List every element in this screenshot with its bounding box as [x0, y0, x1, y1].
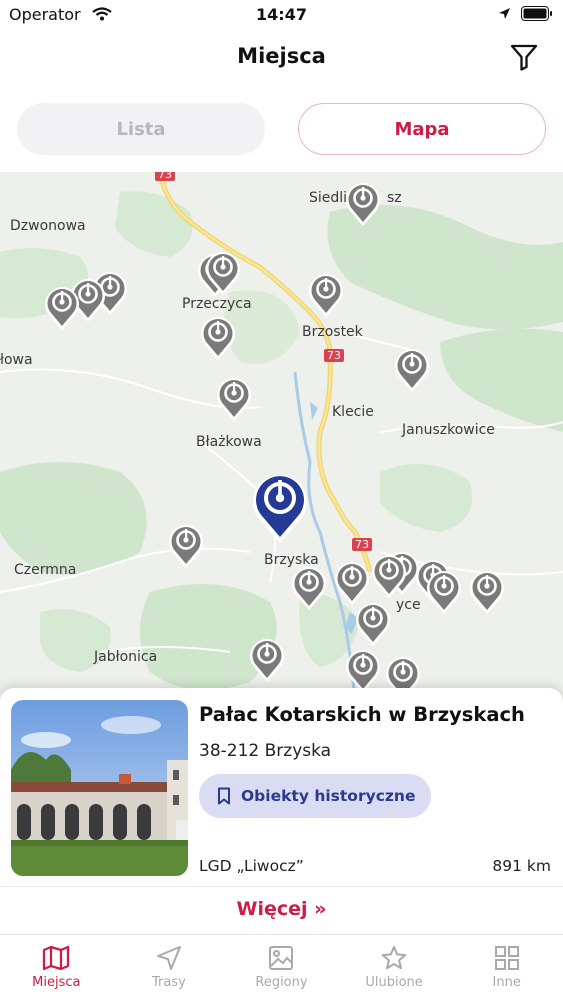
place-label: sz [387, 190, 402, 206]
tab-label: Miejsca [32, 975, 81, 990]
tab-ulubione[interactable]: Ulubione [338, 935, 451, 1001]
bookmark-icon [218, 787, 230, 805]
tab-miejsca[interactable]: Miejsca [0, 935, 113, 1001]
road-shield: 73 [324, 349, 344, 362]
tab-trasy[interactable]: Trasy [113, 935, 226, 1001]
map-pin[interactable] [304, 269, 348, 319]
place-label: Błażkowa [196, 434, 262, 450]
status-bar: Operator 14:47 [0, 0, 563, 30]
status-icons [498, 6, 553, 21]
nav-bar: Miejsca [0, 30, 563, 86]
place-address: 38-212 Brzyska [199, 741, 332, 761]
place-label: Czermna [14, 562, 77, 578]
tab-inne[interactable]: Inne [450, 935, 563, 1001]
map-pin[interactable] [201, 247, 245, 297]
road-shield: 73 [155, 172, 175, 181]
map-pin[interactable] [196, 312, 240, 362]
map-view[interactable]: 73 73 73 Siedliska sz Dzwonowa Przeczyca… [0, 172, 563, 702]
place-label: łowa [0, 352, 33, 368]
filter-button[interactable] [509, 42, 539, 72]
map-pin[interactable] [164, 520, 208, 570]
tab-label: Trasy [151, 975, 186, 990]
tab-bar: Miejsca Trasy Regiony Ulubione Inne [0, 934, 563, 1001]
page-title: Miejsca [237, 44, 326, 68]
place-label: Dzwonowa [10, 218, 86, 234]
segment-list[interactable]: Lista [17, 103, 265, 155]
clock: 14:47 [256, 5, 307, 24]
category-tag-label: Obiekty historyczne [241, 787, 416, 805]
place-label: Klecie [332, 404, 374, 420]
place-distance: 891 km [492, 857, 551, 875]
tab-label: Regiony [255, 975, 308, 990]
image-icon [269, 946, 294, 970]
map-pin[interactable] [287, 562, 331, 612]
tab-regiony[interactable]: Regiony [225, 935, 338, 1001]
tab-label: Ulubione [365, 975, 423, 990]
place-card[interactable]: Pałac Kotarskich w Brzyskach 38-212 Brzy… [0, 688, 563, 934]
map-pin[interactable] [367, 550, 411, 600]
more-button[interactable]: Więcej » [0, 898, 563, 920]
divider [0, 886, 563, 887]
place-label: Jabłonica [94, 649, 158, 665]
map-pin[interactable] [40, 282, 84, 332]
tab-label: Inne [492, 975, 521, 990]
location-arrow-icon [499, 8, 510, 19]
map-pin[interactable] [390, 344, 434, 394]
map-pin[interactable] [351, 598, 395, 648]
place-title: Pałac Kotarskich w Brzyskach [199, 703, 525, 726]
battery-icon [521, 6, 552, 21]
map-icon [43, 945, 70, 971]
selected-map-pin[interactable] [245, 465, 315, 545]
star-icon [381, 946, 407, 970]
map-pin[interactable] [465, 566, 509, 616]
place-label: Brzostek [302, 324, 363, 340]
place-label: Januszkowice [402, 422, 495, 438]
filter-icon [510, 44, 538, 71]
grid-icon [494, 946, 519, 970]
map-pin[interactable] [245, 634, 289, 684]
map-pin[interactable] [212, 373, 256, 423]
category-tag[interactable]: Obiekty historyczne [199, 774, 431, 818]
map-pin[interactable] [422, 566, 466, 616]
place-organization: LGD „Liwocz” [199, 857, 304, 875]
navigation-arrow-icon [156, 946, 181, 970]
segment-map[interactable]: Mapa [298, 103, 546, 155]
place-photo [11, 700, 188, 876]
map-pin[interactable] [341, 178, 385, 228]
